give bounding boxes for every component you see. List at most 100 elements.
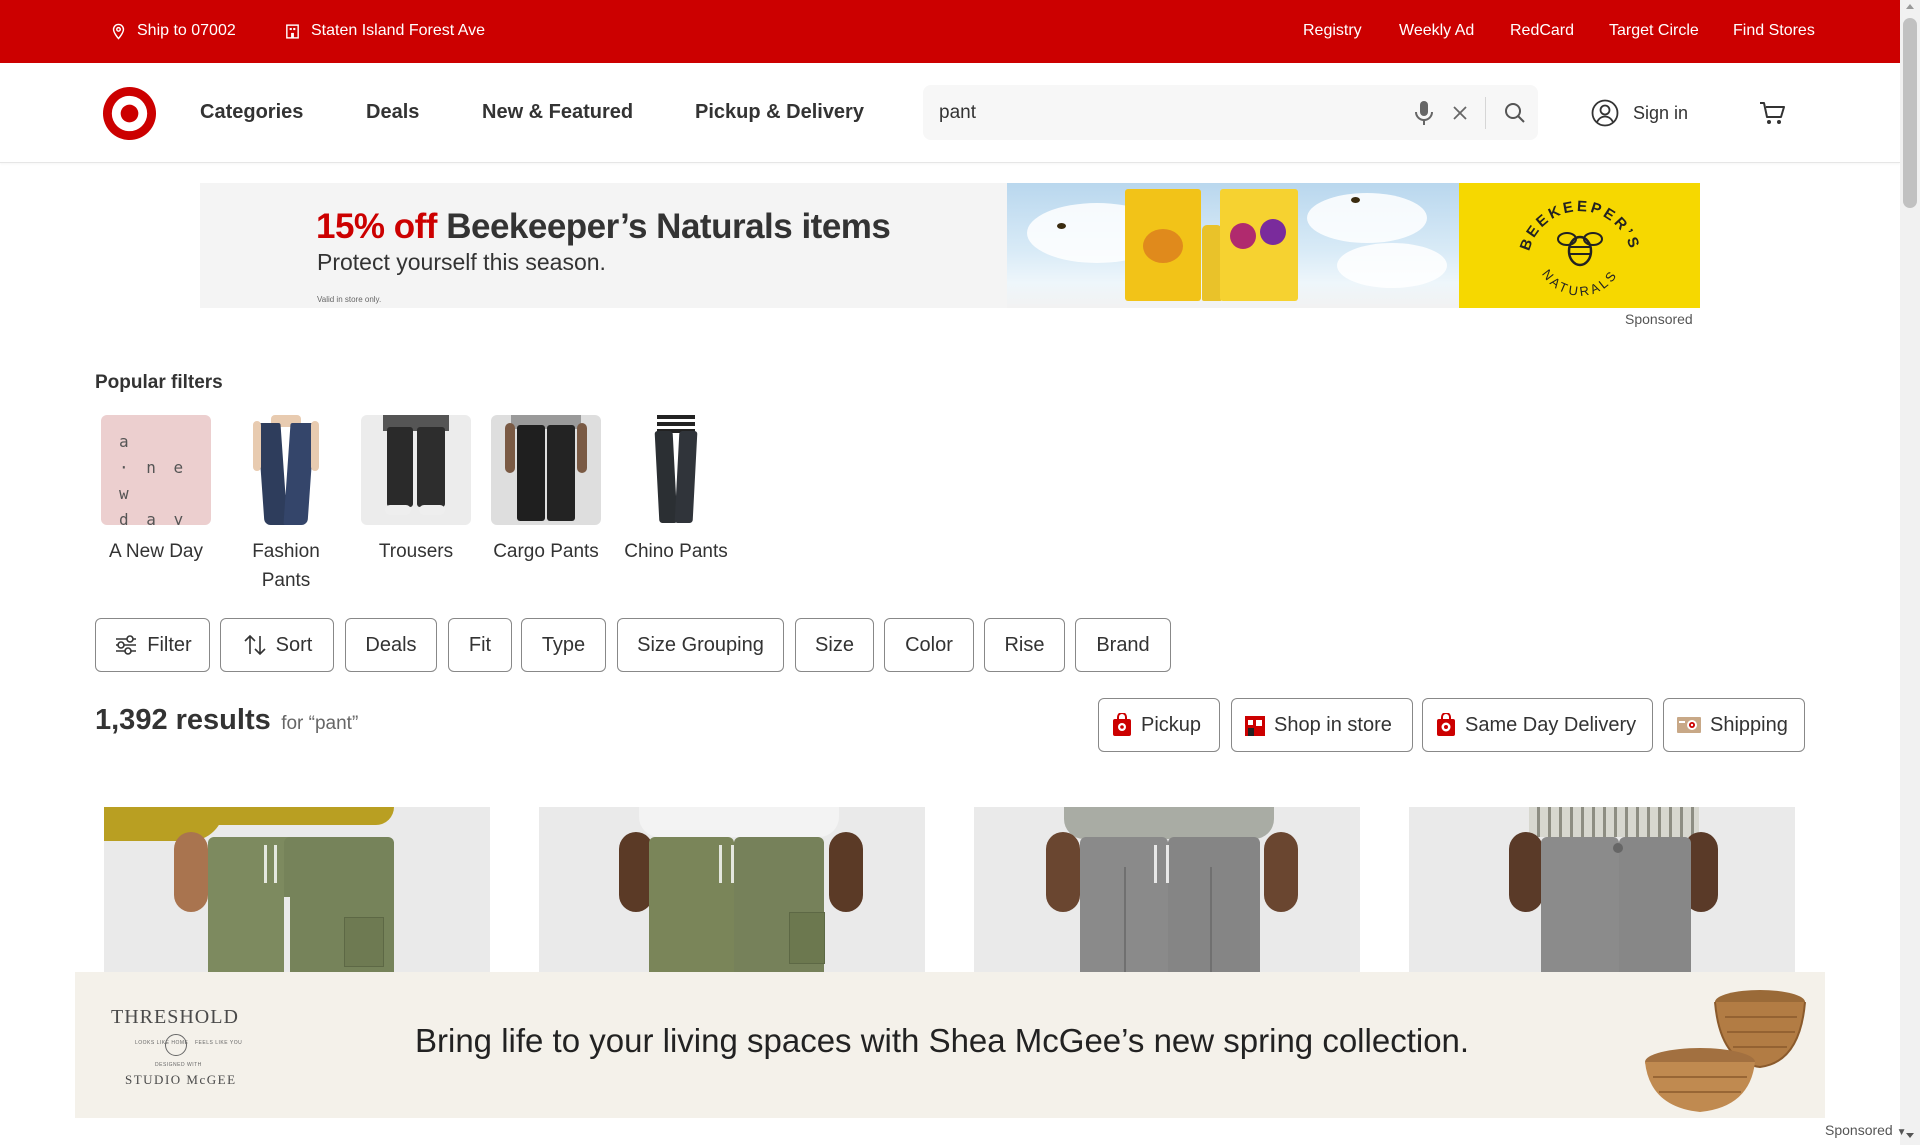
- target-circle-link[interactable]: Target Circle: [1609, 22, 1699, 40]
- page-scrollbar[interactable]: [1900, 0, 1920, 1145]
- bee-logo-icon: BEEKEEPER’S NATURALS: [1517, 198, 1644, 299]
- filter-chip-label: Size Grouping: [637, 633, 764, 656]
- filter-chip-label: Size: [815, 633, 854, 656]
- filter-sliders-icon: [116, 635, 137, 655]
- shipping-button[interactable]: Shipping: [1663, 698, 1805, 752]
- svg-text:BEEKEEPER’S: BEEKEEPER’S: [1517, 198, 1644, 253]
- woven-baskets-image: [1645, 990, 1806, 1112]
- chevron-down-icon[interactable]: ▼: [1897, 1127, 1907, 1138]
- popular-filter-label: Cargo Pants: [493, 541, 599, 562]
- cart-icon[interactable]: [1758, 99, 1786, 127]
- bottom-ad-headline: Bring life to your living spaces with Sh…: [415, 1022, 1470, 1059]
- nav-deals[interactable]: Deals: [366, 101, 419, 124]
- popular-filter-trousers[interactable]: Trousers: [361, 415, 471, 566]
- popular-filter-label: A New Day: [109, 541, 203, 562]
- results-query: for “pant”: [281, 713, 359, 734]
- filter-chip-label: Color: [905, 633, 953, 656]
- sort-button[interactable]: Sort: [220, 618, 334, 672]
- find-stores-link[interactable]: Find Stores: [1733, 22, 1815, 40]
- product-card-image[interactable]: [104, 807, 490, 972]
- clear-search-icon[interactable]: [1451, 104, 1469, 122]
- designed-with-label: DESIGNED WITH: [155, 1062, 202, 1068]
- fulfillment-label: Same Day Delivery: [1465, 713, 1637, 736]
- chino-pants-image: [621, 415, 731, 525]
- a-new-day-logo: a · n e w d a y: [101, 415, 211, 525]
- target-logo-icon[interactable]: [102, 86, 157, 141]
- site-header: Categories Deals New & Featured Pickup &…: [0, 63, 1900, 163]
- location-pin-icon: [112, 23, 125, 40]
- same-day-delivery-button[interactable]: Same Day Delivery: [1422, 698, 1653, 752]
- popular-filter-cargo-pants[interactable]: Cargo Pants: [491, 415, 601, 566]
- product-card-image[interactable]: [1409, 807, 1795, 972]
- threshold-emblem-icon: [165, 1034, 187, 1056]
- filter-chip-label: Type: [541, 633, 586, 656]
- beekeepers-naturals-logo: BEEKEEPER’S NATURALS: [1459, 183, 1700, 308]
- store-front-icon: [1245, 716, 1265, 736]
- popular-filter-label: Fashion Pants: [252, 541, 320, 591]
- fulfillment-label: Pickup: [1141, 713, 1202, 736]
- lollipops-box-image: [1220, 189, 1298, 301]
- chip-brand[interactable]: Brand: [1075, 618, 1171, 672]
- scroll-down-arrow-icon[interactable]: [1906, 1133, 1914, 1138]
- store-button[interactable]: Staten Island Forest Ave: [284, 22, 485, 40]
- utility-bar: Ship to 07002 Staten Island Forest Ave R…: [0, 0, 1900, 63]
- threshold-logo-text: THRESHOLD: [111, 1006, 239, 1028]
- ship-to-button[interactable]: Ship to 07002: [110, 22, 236, 40]
- shipping-box-icon: [1677, 717, 1701, 733]
- search-divider: [1485, 97, 1486, 129]
- svg-text:NATURALS: NATURALS: [1539, 266, 1621, 299]
- popular-filters-title: Popular filters: [95, 372, 223, 393]
- search-input[interactable]: pant: [939, 102, 976, 124]
- filter-chip-label: Deals: [365, 633, 417, 656]
- filter-button[interactable]: Filter: [95, 618, 210, 672]
- studio-mcgee-text: STUDIO McGEE: [125, 1072, 237, 1087]
- pickup-bag-icon: [1113, 713, 1131, 736]
- search-bar: pant: [923, 85, 1538, 140]
- filter-chip-label: Filter: [147, 633, 192, 656]
- anewday-logo-line-3: d a y: [119, 510, 188, 525]
- sponsored-label-text: Sponsored: [1825, 1122, 1893, 1138]
- weekly-ad-link[interactable]: Weekly Ad: [1399, 22, 1474, 40]
- account-icon: [1591, 99, 1619, 127]
- popular-filter-label: Chino Pants: [624, 541, 728, 562]
- cargo-pants-image: [491, 415, 601, 525]
- filter-chip-label: Sort: [275, 633, 313, 656]
- nav-new-featured[interactable]: New & Featured: [482, 101, 633, 124]
- product-card-image[interactable]: [539, 807, 925, 972]
- ship-to-label: Ship to 07002: [137, 22, 236, 39]
- banner-product-photo: [1007, 183, 1459, 308]
- popular-filter-a-new-day[interactable]: a · n e w d a y A New Day: [101, 415, 211, 566]
- chip-color[interactable]: Color: [884, 618, 974, 672]
- chip-size-grouping[interactable]: Size Grouping: [617, 618, 784, 672]
- chip-deals[interactable]: Deals: [345, 618, 437, 672]
- nav-pickup-delivery[interactable]: Pickup & Delivery: [695, 101, 864, 124]
- popular-filter-fashion-pants[interactable]: Fashion Pants: [231, 415, 341, 595]
- bottom-ad-banner[interactable]: THRESHOLD LOOKS LIKE HOME FEELS LIKE YOU…: [75, 972, 1825, 1118]
- promo-banner[interactable]: 15% off Beekeeper’s Naturals items Prote…: [200, 183, 1700, 308]
- store-label: Staten Island Forest Ave: [311, 22, 486, 39]
- sort-arrows-icon: [244, 634, 266, 656]
- popular-filter-chino-pants[interactable]: Chino Pants: [621, 415, 731, 566]
- scroll-thumb[interactable]: [1903, 18, 1917, 208]
- redcard-link[interactable]: RedCard: [1510, 22, 1574, 40]
- chip-type[interactable]: Type: [521, 618, 606, 672]
- scroll-up-arrow-icon[interactable]: [1906, 4, 1914, 9]
- product-card-image[interactable]: [974, 807, 1360, 972]
- sign-in-label: Sign in: [1633, 102, 1689, 123]
- shop-in-store-button[interactable]: Shop in store: [1231, 698, 1413, 752]
- microphone-icon[interactable]: [1413, 100, 1435, 126]
- registry-link[interactable]: Registry: [1303, 22, 1362, 40]
- filter-chip-label: Brand: [1096, 633, 1150, 656]
- search-icon[interactable]: [1503, 101, 1527, 125]
- chip-fit[interactable]: Fit: [448, 618, 512, 672]
- chip-size[interactable]: Size: [795, 618, 874, 672]
- anewday-logo-line-2: · n e w: [119, 458, 188, 503]
- trousers-image: [361, 415, 471, 525]
- threshold-tagline-right: FEELS LIKE YOU: [195, 1040, 243, 1046]
- sponsored-label-top: Sponsored: [1625, 311, 1693, 327]
- chip-rise[interactable]: Rise: [984, 618, 1065, 672]
- pickup-button[interactable]: Pickup: [1098, 698, 1220, 752]
- banner-headline: 15% off Beekeeper’s Naturals items: [316, 207, 891, 247]
- sign-in-button[interactable]: Sign in: [1591, 99, 1688, 127]
- nav-categories[interactable]: Categories: [200, 101, 303, 124]
